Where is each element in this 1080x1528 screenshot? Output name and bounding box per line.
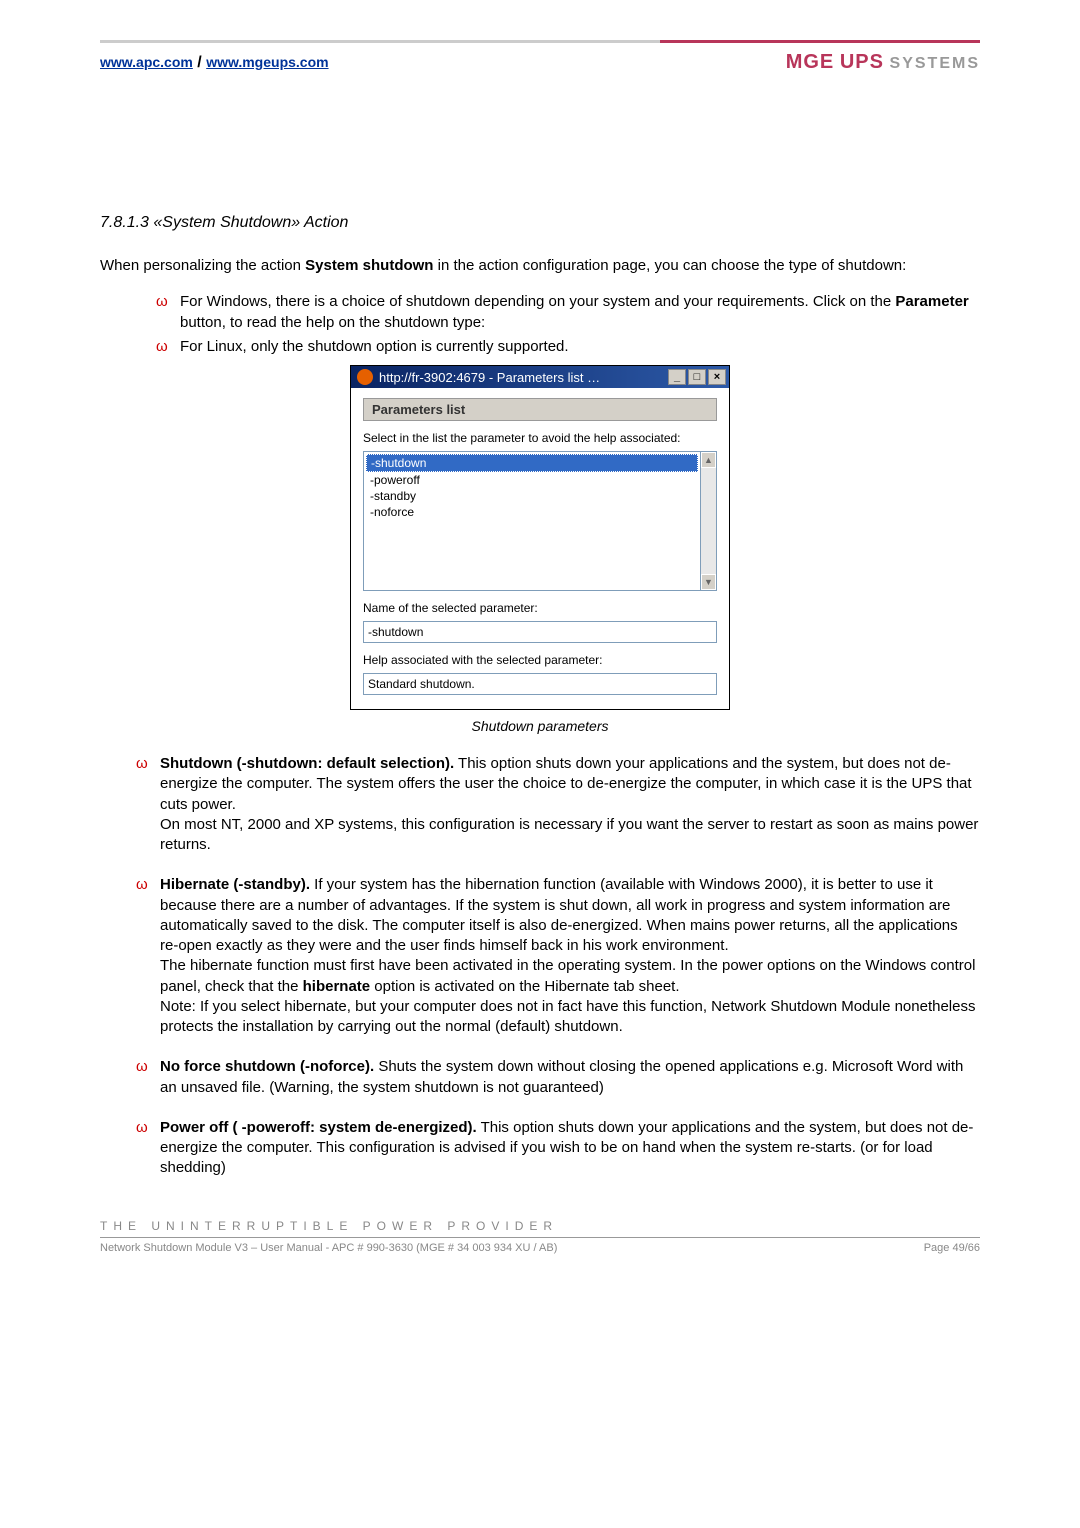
footer-left: Network Shutdown Module V3 – User Manual… [100, 1242, 557, 1254]
list-item: For Linux, only the shutdown option is c… [100, 337, 980, 357]
dialog-body: Parameters list Select in the list the p… [351, 388, 729, 709]
listbox-option[interactable]: -poweroff [366, 472, 698, 488]
logo-mge: MGE [786, 51, 835, 73]
listbox-option[interactable]: -standby [366, 488, 698, 504]
logo-ups: UPS [840, 51, 884, 73]
link-sep: / [193, 54, 206, 71]
figure-caption: Shutdown parameters [100, 718, 980, 734]
list-item: Power off ( -poweroff: system de-energiz… [100, 1118, 980, 1179]
footer-right: Page 49/66 [924, 1242, 980, 1254]
parameters-dialog: http://fr-3902:4679 - Parameters list … … [350, 365, 730, 710]
option-title: No force shutdown (-noforce). [160, 1058, 374, 1075]
titlebar-left: http://fr-3902:4679 - Parameters list … [357, 369, 600, 385]
section-heading: 7.8.1.3 «System Shutdown» Action [100, 214, 980, 232]
link-mgeups[interactable]: www.mgeups.com [206, 54, 328, 70]
maximize-button[interactable]: □ [688, 369, 706, 385]
intro-post: in the action configuration page, you ca… [433, 257, 906, 274]
page-header: www.apc.com / www.mgeups.com MGE UPS SYS… [100, 40, 980, 74]
logo-systems: SYSTEMS [890, 55, 980, 72]
option-title: Power off ( -poweroff: system de-energiz… [160, 1119, 477, 1136]
listbox-wrap: -shutdown -poweroff -standby -noforce ▲ … [363, 451, 717, 591]
footer: Network Shutdown Module V3 – User Manual… [100, 1237, 980, 1254]
list-item: Hibernate (-standby). If your system has… [100, 875, 980, 1037]
intro-pre: When personalizing the action [100, 257, 305, 274]
list-item: For Windows, there is a choice of shutdo… [100, 292, 980, 333]
name-label: Name of the selected parameter: [363, 601, 717, 615]
parameter-listbox[interactable]: -shutdown -poweroff -standby -noforce [363, 451, 701, 591]
window-buttons: _ □ × [668, 369, 726, 385]
logo: MGE UPS SYSTEMS [786, 51, 980, 74]
listbox-option[interactable]: -noforce [366, 504, 698, 520]
scroll-up-icon[interactable]: ▲ [701, 452, 716, 468]
intro-paragraph: When personalizing the action System shu… [100, 256, 980, 276]
dialog-container: http://fr-3902:4679 - Parameters list … … [100, 365, 980, 710]
link-apc[interactable]: www.apc.com [100, 54, 193, 70]
bullet-text-post: button, to read the help on the shutdown… [180, 314, 485, 331]
option-title: Shutdown (-shutdown: default selection). [160, 755, 454, 772]
bullet-text-bold: Parameter [895, 293, 968, 310]
titlebar: http://fr-3902:4679 - Parameters list … … [351, 366, 729, 388]
option-inline-bold: hibernate [303, 978, 371, 995]
bullet-list: For Windows, there is a choice of shutdo… [100, 292, 980, 357]
close-button[interactable]: × [708, 369, 726, 385]
intro-bold: System shutdown [305, 257, 433, 274]
minimize-button[interactable]: _ [668, 369, 686, 385]
bullet-text-pre: For Windows, there is a choice of shutdo… [180, 293, 895, 310]
slogan-text: THE UNINTERRUPTIBLE POWER PROVIDER [100, 1219, 980, 1233]
select-label: Select in the list the parameter to avoi… [363, 431, 717, 445]
scrollbar[interactable]: ▲ ▼ [701, 451, 717, 591]
window-title: http://fr-3902:4679 - Parameters list … [379, 370, 600, 385]
list-item: Shutdown (-shutdown: default selection).… [100, 754, 980, 855]
list-item: No force shutdown (-noforce). Shuts the … [100, 1057, 980, 1098]
help-label: Help associated with the selected parame… [363, 653, 717, 667]
option-title: Hibernate (-standby). [160, 876, 310, 893]
groupbox-title: Parameters list [363, 398, 717, 421]
header-links: www.apc.com / www.mgeups.com [100, 54, 329, 72]
options-list: Shutdown (-shutdown: default selection).… [100, 754, 980, 1179]
firefox-icon [357, 369, 373, 385]
scroll-down-icon[interactable]: ▼ [701, 574, 716, 590]
selected-name-input[interactable] [363, 621, 717, 643]
help-text-input[interactable] [363, 673, 717, 695]
listbox-option-selected[interactable]: -shutdown [366, 454, 698, 472]
